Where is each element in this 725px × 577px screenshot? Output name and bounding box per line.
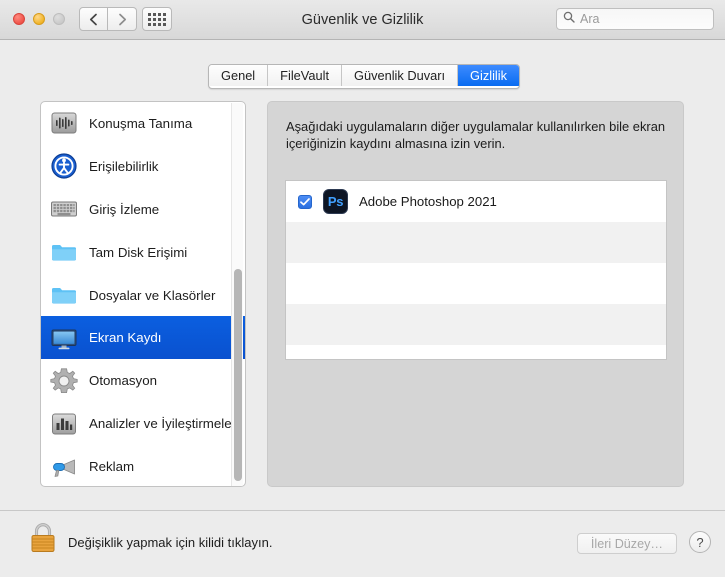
sidebar-item-erisilebilirlik[interactable]: Erişilebilirlik (41, 145, 245, 188)
sidebar-item-label: Ekran Kaydı (89, 330, 162, 346)
advanced-button[interactable]: İleri Düzey… (576, 533, 677, 554)
sidebar-item-dosyalar-ve-klasorler[interactable]: Dosyalar ve Klasörler (41, 274, 245, 317)
list-item[interactable] (286, 222, 666, 263)
app-checkbox[interactable] (298, 194, 312, 209)
waveform-icon (50, 109, 78, 137)
folder-icon (50, 238, 78, 266)
list-item[interactable] (286, 263, 666, 304)
chevron-left-icon (89, 13, 98, 26)
tab-bar: Genel FileVault Güvenlik Duvarı Gizlilik (208, 64, 521, 89)
sidebar-item-analizler-ve-iyilestirmeler[interactable]: Analizler ve İyileştirmeler (41, 402, 245, 445)
sidebar-item-label: Dosyalar ve Klasörler (89, 287, 216, 303)
sidebar-item-label: Erişilebilirlik (89, 158, 159, 174)
close-button[interactable] (13, 13, 25, 25)
folder-icon (50, 281, 78, 309)
tab-filevault[interactable]: FileVault (268, 65, 342, 86)
list-item[interactable]: Ps Adobe Photoshop 2021 (286, 181, 666, 222)
window-titlebar: Güvenlik ve Gizlilik Ara (0, 0, 725, 40)
bar-chart-icon (50, 410, 78, 438)
search-placeholder: Ara (580, 12, 600, 26)
panel-description: Aşağıdaki uygulamaların diğer uygulamala… (286, 119, 666, 151)
sidebar-item-otomasyon[interactable]: Otomasyon (41, 359, 245, 402)
sidebar-scrollbar[interactable] (231, 103, 243, 486)
tab-gizlilik[interactable]: Gizlilik (458, 65, 520, 86)
sidebar-item-reklam[interactable]: Reklam (41, 445, 245, 486)
sidebar-item-label: Konuşma Tanıma (89, 115, 193, 131)
search-field[interactable]: Ara (556, 8, 714, 30)
traffic-light-group (13, 13, 65, 25)
sidebar-item-tam-disk-erisimi[interactable]: Tam Disk Erişimi (41, 231, 245, 274)
sidebar-list: Konuşma Tanıma Erişilebilirlik Giriş İzl… (41, 102, 245, 486)
gear-icon (50, 367, 78, 395)
megaphone-icon (50, 453, 78, 481)
padlock-locked-icon[interactable] (26, 519, 60, 557)
tab-genel[interactable]: Genel (209, 65, 269, 86)
chevron-right-icon (118, 13, 127, 26)
keyboard-icon (50, 195, 78, 223)
sidebar-item-giris-izleme[interactable]: Giriş İzleme (41, 188, 245, 231)
privacy-category-sidebar: Konuşma Tanıma Erişilebilirlik Giriş İzl… (40, 101, 246, 487)
display-icon (50, 324, 78, 352)
sidebar-item-label: Tam Disk Erişimi (89, 244, 188, 260)
forward-button[interactable] (108, 7, 137, 31)
grid-dots-icon (148, 12, 166, 26)
system-preferences-window: Güvenlik ve Gizlilik Ara Genel FileVault… (0, 0, 725, 577)
search-icon (563, 10, 575, 28)
sidebar-item-label: Analizler ve İyileştirmeler (89, 416, 237, 432)
photoshop-icon-text: Ps (327, 194, 344, 209)
sidebar-item-ekran-kaydi[interactable]: Ekran Kaydı (41, 316, 245, 360)
help-button[interactable]: ? (689, 531, 711, 553)
list-item[interactable] (286, 304, 666, 345)
list-item[interactable] (286, 345, 666, 359)
show-all-button[interactable] (142, 7, 172, 31)
sidebar-item-label: Giriş İzleme (89, 201, 160, 217)
minimize-button[interactable] (33, 13, 45, 25)
sidebar-item-label: Otomasyon (89, 373, 157, 389)
allowed-apps-list: Ps Adobe Photoshop 2021 (285, 180, 667, 360)
lock-note-text: Değişiklik yapmak için kilidi tıklayın. (68, 535, 273, 550)
sidebar-scrollbar-thumb[interactable] (234, 269, 242, 481)
accessibility-icon (50, 152, 78, 180)
zoom-button (53, 13, 65, 25)
screen-recording-panel: Aşağıdaki uygulamaların diğer uygulamala… (267, 101, 684, 487)
app-name: Adobe Photoshop 2021 (359, 194, 497, 209)
tab-guvenlik-duvari[interactable]: Güvenlik Duvarı (342, 65, 459, 86)
photoshop-icon: Ps (323, 189, 348, 214)
navigation-button-group (79, 7, 137, 31)
back-button[interactable] (79, 7, 108, 31)
sidebar-item-konusma-tanima[interactable]: Konuşma Tanıma (41, 102, 245, 145)
sidebar-item-label: Reklam (89, 459, 135, 475)
